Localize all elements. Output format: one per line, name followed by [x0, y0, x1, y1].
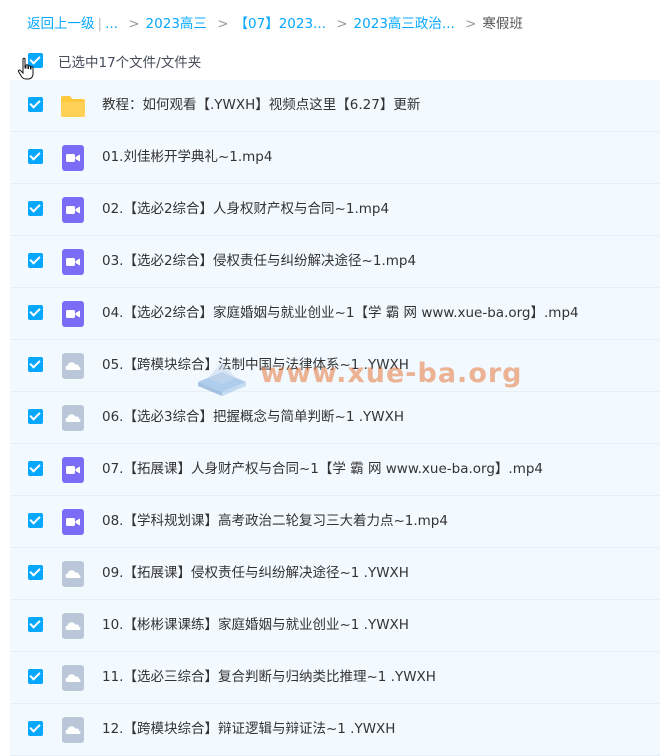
video-icon [60, 197, 86, 223]
file-checkbox[interactable] [28, 721, 43, 736]
selection-count-label: 已选中17个文件/文件夹 [58, 55, 202, 71]
breadcrumb-current: 寒假班 [482, 16, 523, 32]
file-name[interactable]: 06.【选必3综合】把握概念与简单判断~1 .YWXH [102, 407, 404, 427]
file-row[interactable]: 07.【拓展课】人身财产权与合同~1【学 霸 网 www.xue-ba.org】… [10, 444, 660, 496]
file-name[interactable]: 08.【学科规划课】高考政治二轮复习三大着力点~1.mp4 [102, 511, 448, 531]
breadcrumb-item[interactable]: 2023高三 [146, 16, 207, 32]
breadcrumb-item[interactable]: 2023高三政治... [354, 16, 455, 32]
file-name[interactable]: 05.【跨模块综合】法制中国与法律体系~1 .YWXH [102, 355, 409, 375]
breadcrumb-chevron-icon: > [128, 16, 140, 32]
file-row[interactable]: 教程：如何观看【.YWXH】视频点这里【6.27】更新 [10, 80, 660, 132]
file-row[interactable]: 12.【跨模块综合】辩证逻辑与辩证法~1 .YWXH [10, 704, 660, 756]
file-checkbox[interactable] [28, 149, 43, 164]
file-checkbox[interactable] [28, 253, 43, 268]
cloud-icon [60, 561, 86, 587]
video-icon [60, 249, 86, 275]
file-name[interactable]: 10.【彬彬课课练】家庭婚姻与就业创业~1 .YWXH [102, 615, 409, 635]
file-name[interactable]: 02.【选必2综合】人身权财产权与合同~1.mp4 [102, 199, 389, 219]
cloud-icon [60, 717, 86, 743]
video-icon [60, 457, 86, 483]
file-row[interactable]: 11.【选必三综合】复合判断与归纳类比推理~1 .YWXH [10, 652, 660, 704]
select-all-bar: 已选中17个文件/文件夹 [0, 46, 660, 76]
video-icon [60, 145, 86, 171]
file-checkbox[interactable] [28, 409, 43, 424]
file-checkbox[interactable] [28, 305, 43, 320]
file-row[interactable]: 10.【彬彬课课练】家庭婚姻与就业创业~1 .YWXH [10, 600, 660, 652]
breadcrumb-chevron-icon: > [217, 16, 229, 32]
file-name[interactable]: 11.【选必三综合】复合判断与归纳类比推理~1 .YWXH [102, 667, 436, 687]
file-name[interactable]: 03.【选必2综合】侵权责任与纠纷解决途径~1.mp4 [102, 251, 416, 271]
file-name[interactable]: 07.【拓展课】人身财产权与合同~1【学 霸 网 www.xue-ba.org】… [102, 459, 543, 479]
breadcrumb: 返回上一级 |... >2023高三 > 【07】2023... >2023高三政治… [27, 14, 523, 34]
breadcrumb-chevron-icon: > [336, 16, 348, 32]
file-checkbox[interactable] [28, 669, 43, 684]
file-list: 教程：如何观看【.YWXH】视频点这里【6.27】更新 01.刘佳彬开学典礼~1.… [10, 80, 660, 756]
file-checkbox[interactable] [28, 97, 43, 112]
file-name[interactable]: 教程：如何观看【.YWXH】视频点这里【6.27】更新 [102, 95, 420, 115]
cloud-icon [60, 405, 86, 431]
file-row[interactable]: 05.【跨模块综合】法制中国与法律体系~1 .YWXH [10, 340, 660, 392]
file-name[interactable]: 04.【选必2综合】家庭婚姻与就业创业~1【学 霸 网 www.xue-ba.o… [102, 303, 579, 323]
cloud-icon [60, 665, 86, 691]
file-checkbox[interactable] [28, 617, 43, 632]
file-row[interactable]: 02.【选必2综合】人身权财产权与合同~1.mp4 [10, 184, 660, 236]
file-name[interactable]: 12.【跨模块综合】辩证逻辑与辩证法~1 .YWXH [102, 719, 395, 739]
video-icon [60, 509, 86, 535]
file-row[interactable]: 01.刘佳彬开学典礼~1.mp4 [10, 132, 660, 184]
file-checkbox[interactable] [28, 201, 43, 216]
file-name[interactable]: 09.【拓展课】侵权责任与纠纷解决途径~1 .YWXH [102, 563, 409, 583]
file-checkbox[interactable] [28, 357, 43, 372]
cloud-icon [60, 613, 86, 639]
file-checkbox[interactable] [28, 461, 43, 476]
file-row[interactable]: 03.【选必2综合】侵权责任与纠纷解决途径~1.mp4 [10, 236, 660, 288]
breadcrumb-item[interactable]: 【07】2023... [235, 16, 326, 32]
file-row[interactable]: 04.【选必2综合】家庭婚姻与就业创业~1【学 霸 网 www.xue-ba.o… [10, 288, 660, 340]
file-row[interactable]: 09.【拓展课】侵权责任与纠纷解决途径~1 .YWXH [10, 548, 660, 600]
file-checkbox[interactable] [28, 565, 43, 580]
file-row[interactable]: 08.【学科规划课】高考政治二轮复习三大着力点~1.mp4 [10, 496, 660, 548]
breadcrumb-chevron-icon: > [465, 16, 477, 32]
file-name[interactable]: 01.刘佳彬开学典礼~1.mp4 [102, 147, 272, 167]
file-row[interactable]: 06.【选必3综合】把握概念与简单判断~1 .YWXH [10, 392, 660, 444]
file-checkbox[interactable] [28, 513, 43, 528]
breadcrumb-ellipsis[interactable]: ... [105, 16, 118, 32]
cloud-icon [60, 353, 86, 379]
breadcrumb-divider: | [97, 16, 103, 32]
video-icon [60, 301, 86, 327]
folder-icon [60, 93, 86, 119]
hand-cursor-icon [17, 57, 34, 80]
back-link[interactable]: 返回上一级 [27, 16, 95, 32]
